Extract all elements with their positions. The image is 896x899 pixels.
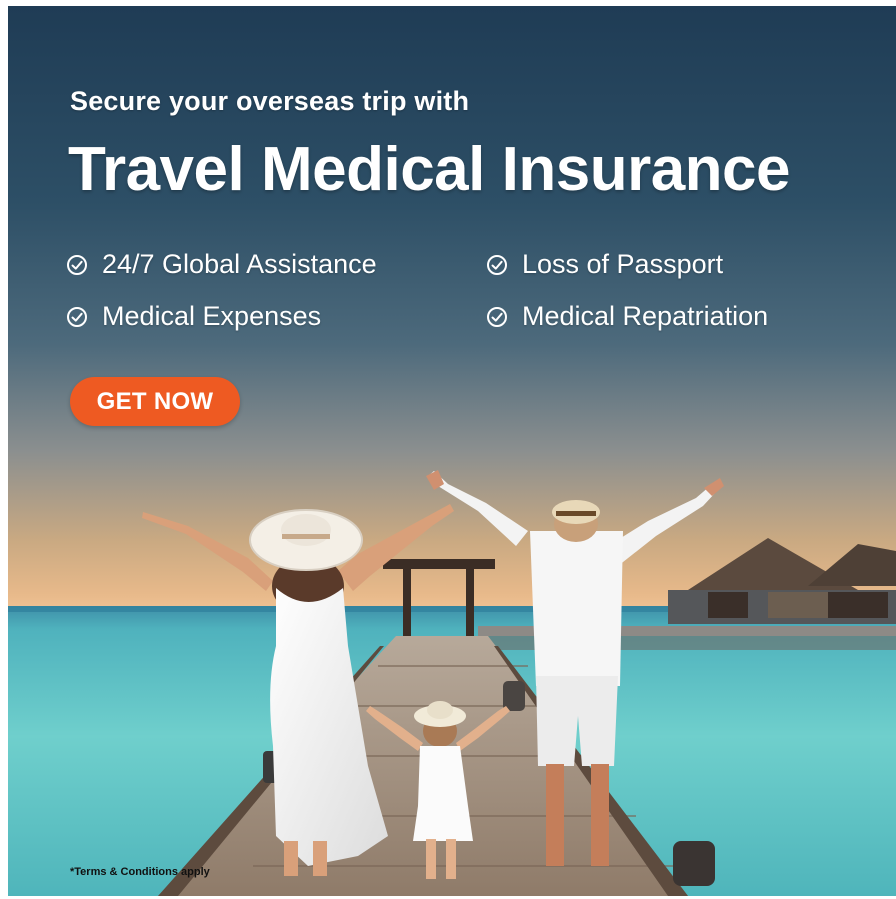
check-circle-icon bbox=[67, 254, 87, 275]
feature-label: 24/7 Global Assistance bbox=[102, 249, 377, 279]
feature-medical-repatriation: Medical Repatriation bbox=[486, 301, 768, 332]
feature-loss-of-passport: Loss of Passport bbox=[486, 249, 723, 280]
check-circle-icon bbox=[487, 254, 507, 275]
feature-label: Loss of Passport bbox=[522, 249, 724, 279]
headline-small: Secure your overseas trip with bbox=[70, 86, 470, 116]
feature-global-assistance: 24/7 Global Assistance bbox=[66, 249, 377, 280]
feature-medical-expenses: Medical Expenses bbox=[66, 301, 321, 332]
feature-label: Medical Expenses bbox=[102, 301, 322, 331]
check-circle-icon bbox=[67, 306, 87, 327]
get-now-button[interactable]: GET NOW bbox=[70, 377, 240, 426]
check-circle-icon bbox=[487, 306, 507, 327]
headline-title: Travel Medical Insurance bbox=[68, 135, 791, 204]
terms-note: *Terms & Conditions apply bbox=[70, 866, 210, 878]
feature-label: Medical Repatriation bbox=[522, 301, 769, 331]
insurance-ad-banner[interactable]: Secure your overseas trip with Travel Me… bbox=[8, 6, 896, 896]
